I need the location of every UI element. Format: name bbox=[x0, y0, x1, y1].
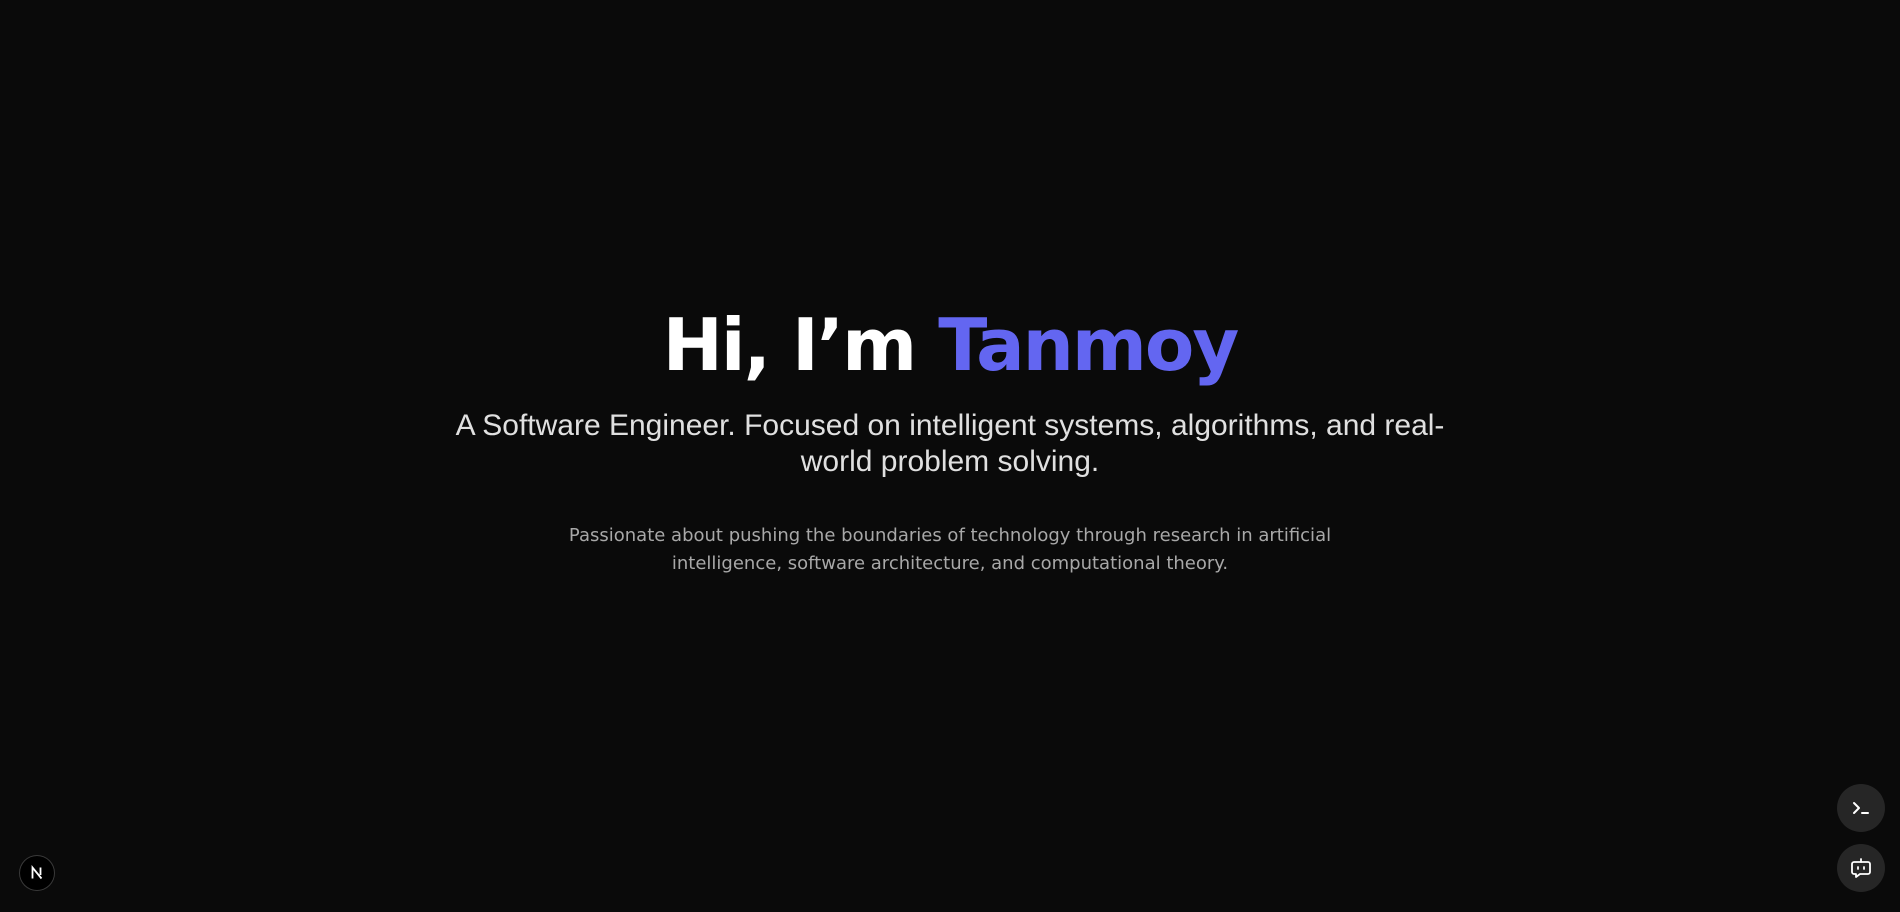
hero-section: Hi, I’m Tanmoy A Software Engineer. Focu… bbox=[0, 300, 1900, 578]
nextjs-dev-badge[interactable] bbox=[20, 856, 54, 890]
chat-button[interactable] bbox=[1837, 844, 1885, 892]
terminal-button[interactable] bbox=[1837, 784, 1885, 832]
hero-description: Passionate about pushing the boundaries … bbox=[568, 525, 1332, 574]
nextjs-logo-icon bbox=[31, 864, 43, 880]
hero-tagline: A Software Engineer. Focused on intellig… bbox=[455, 409, 1445, 478]
chatbot-icon bbox=[1851, 858, 1871, 878]
hero-headline: Hi, I’m Tanmoy bbox=[0, 300, 1900, 390]
terminal-icon bbox=[1853, 802, 1869, 814]
hero-name: Tanmoy bbox=[938, 303, 1239, 387]
hero-greeting: Hi, I’m bbox=[662, 303, 939, 387]
